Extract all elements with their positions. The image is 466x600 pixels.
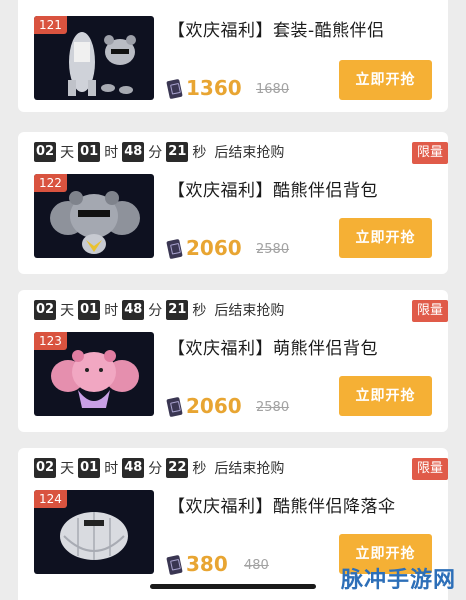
watermark-logo: 脉冲手游网 xyxy=(340,568,456,593)
item-thumbnail[interactable]: 124 xyxy=(34,490,154,574)
unit-second: 秒 xyxy=(192,145,207,161)
item-index-badge: 121 xyxy=(34,16,67,34)
unit-day: 天 xyxy=(60,145,75,161)
item-price: 2060 xyxy=(186,394,242,418)
limited-badge: 限量 xyxy=(411,300,448,322)
countdown-ending-label: 后结束抢购 xyxy=(214,145,285,161)
countdown-seconds: 21 xyxy=(166,142,189,162)
item-thumbnail[interactable]: 123 xyxy=(34,332,154,416)
countdown-hours: 01 xyxy=(78,458,101,478)
countdown-hours: 01 xyxy=(78,300,101,320)
unit-day: 天 xyxy=(60,303,75,319)
coupon-icon xyxy=(166,396,183,418)
item-title: 【欢庆福利】萌熊伴侣背包 xyxy=(168,339,378,359)
item-title: 【欢庆福利】酷熊伴侣降落伞 xyxy=(168,497,396,517)
coupon-icon xyxy=(166,554,183,576)
coupon-icon xyxy=(166,238,183,260)
unit-minute: 分 xyxy=(148,461,163,477)
countdown-days: 02 xyxy=(34,142,57,162)
item-index-badge: 122 xyxy=(34,174,67,192)
item-price: 1360 xyxy=(186,76,242,100)
countdown-ending-label: 后结束抢购 xyxy=(214,461,285,477)
unit-second: 秒 xyxy=(192,461,207,477)
item-card-123: 02 天 01 时 48 分 21 秒 后结束抢购 限量 123 【欢庆福利】萌… xyxy=(18,290,448,432)
item-thumbnail[interactable]: 121 xyxy=(34,16,154,100)
item-original-price: 2580 xyxy=(256,400,290,415)
limited-badge: 限量 xyxy=(411,142,448,164)
countdown-minutes: 48 xyxy=(122,300,145,320)
item-price: 380 xyxy=(186,552,228,576)
unit-minute: 分 xyxy=(148,303,163,319)
unit-hour: 时 xyxy=(104,145,119,161)
countdown-minutes: 48 xyxy=(122,142,145,162)
item-original-price: 480 xyxy=(244,558,269,573)
countdown-timer: 02 天 01 时 48 分 21 秒 后结束抢购 xyxy=(34,300,284,320)
buy-now-button[interactable]: 立即开抢 xyxy=(339,60,432,100)
item-price: 2060 xyxy=(186,236,242,260)
buy-now-button[interactable]: 立即开抢 xyxy=(339,376,432,416)
home-indicator[interactable] xyxy=(150,584,316,589)
unit-hour: 时 xyxy=(104,461,119,477)
coupon-icon xyxy=(166,78,183,100)
countdown-days: 02 xyxy=(34,458,57,478)
countdown-ending-label: 后结束抢购 xyxy=(214,303,285,319)
countdown-seconds: 22 xyxy=(166,458,189,478)
countdown-days: 02 xyxy=(34,300,57,320)
unit-hour: 时 xyxy=(104,303,119,319)
item-index-badge: 124 xyxy=(34,490,67,508)
countdown-hours: 01 xyxy=(78,142,101,162)
item-card-122: 02 天 01 时 48 分 21 秒 后结束抢购 限量 122 【欢庆福利】酷… xyxy=(18,132,448,274)
unit-second: 秒 xyxy=(192,303,207,319)
countdown-timer: 02 天 01 时 48 分 22 秒 后结束抢购 xyxy=(34,458,284,478)
countdown-minutes: 48 xyxy=(122,458,145,478)
countdown-seconds: 21 xyxy=(166,300,189,320)
item-original-price: 1680 xyxy=(256,82,290,97)
unit-day: 天 xyxy=(60,461,75,477)
item-title: 【欢庆福利】套装-酷熊伴侣 xyxy=(168,21,385,41)
unit-minute: 分 xyxy=(148,145,163,161)
countdown-timer: 02 天 01 时 48 分 21 秒 后结束抢购 xyxy=(34,142,284,162)
item-title: 【欢庆福利】酷熊伴侣背包 xyxy=(168,181,378,201)
item-original-price: 2580 xyxy=(256,242,290,257)
item-card-121: 121 【欢庆福利】套装-酷熊伴侣 1360 1680 立即开抢 xyxy=(18,0,448,112)
limited-badge: 限量 xyxy=(411,458,448,480)
item-index-badge: 123 xyxy=(34,332,67,350)
buy-now-button[interactable]: 立即开抢 xyxy=(339,218,432,258)
item-thumbnail[interactable]: 122 xyxy=(34,174,154,258)
